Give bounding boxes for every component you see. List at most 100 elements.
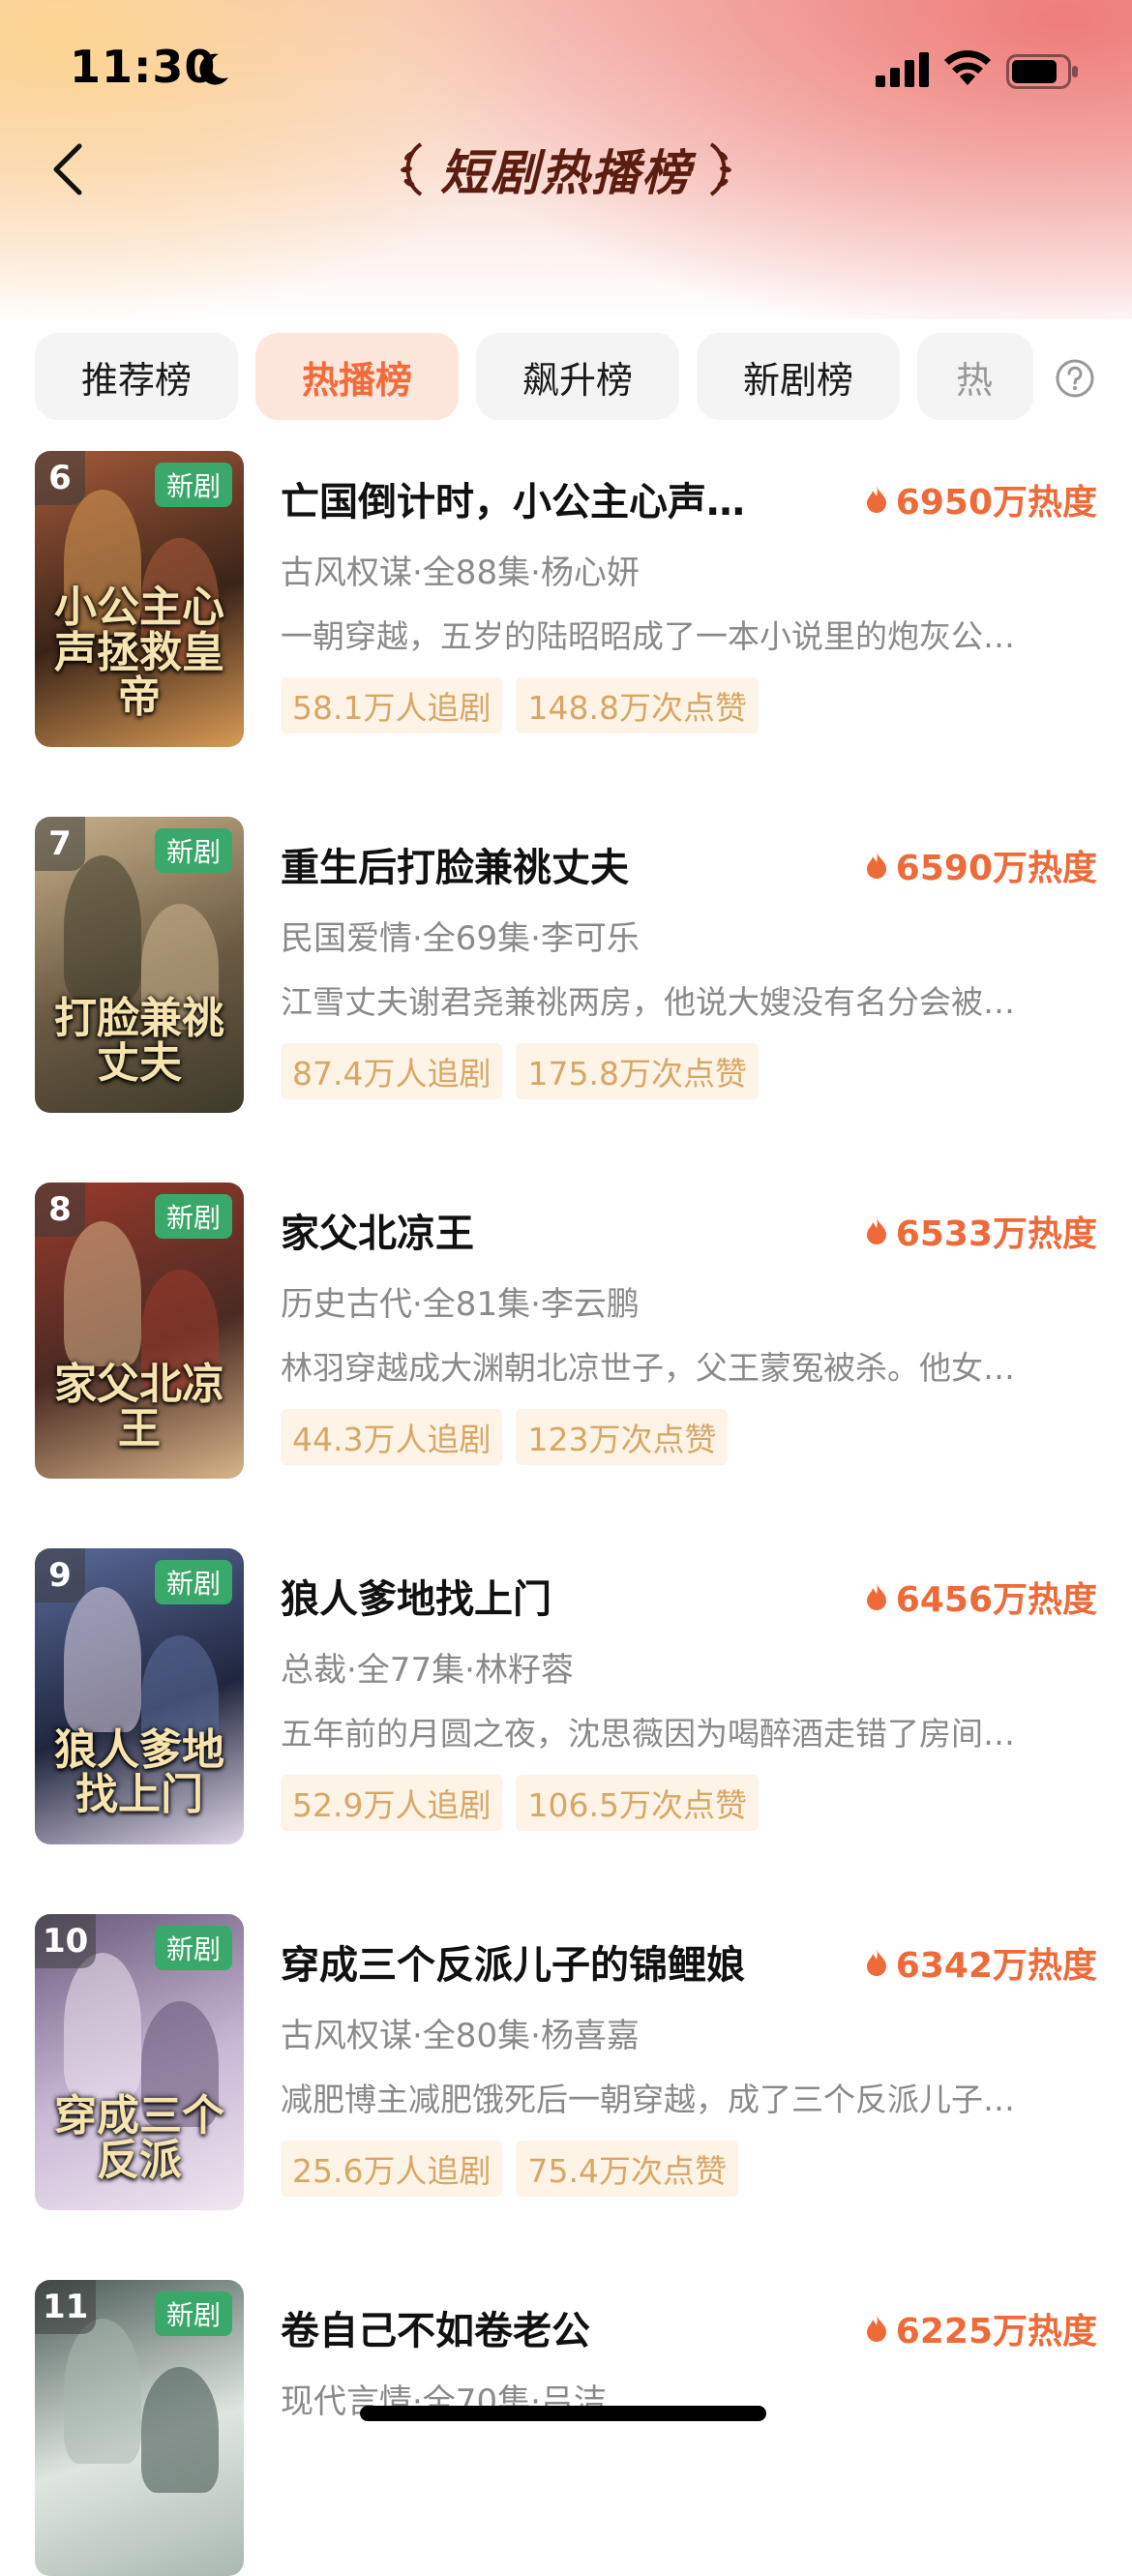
drama-poster[interactable]: 8 新剧 家父北凉王 xyxy=(35,1183,244,1479)
drama-stats: 52.9万人追剧 106.5万次点赞 xyxy=(281,1775,759,1831)
heat-indicator: 6456万热度 xyxy=(865,1572,1097,1622)
heat-indicator: 6225万热度 xyxy=(865,2303,1097,2353)
new-drama-tag: 新剧 xyxy=(154,1194,232,1239)
poster-title: 小公主心声拯救皇帝 xyxy=(54,583,224,722)
drama-meta: 民国爱情·全69集·李可乐 xyxy=(281,919,640,958)
poster-figure xyxy=(64,1587,141,1732)
page-title: 短剧热播榜 xyxy=(440,145,692,201)
tab-new-drama[interactable]: 新剧榜 xyxy=(697,333,900,420)
heat-value: 6456万热度 xyxy=(895,1580,1097,1620)
flame-icon xyxy=(866,2315,886,2342)
drama-description: 减肥博主减肥饿死后一朝穿越，成了三个反派儿子… xyxy=(281,2081,1015,2118)
flame-icon xyxy=(866,852,886,879)
heat-value: 6225万热度 xyxy=(895,2312,1097,2351)
poster-title: 穿成三个反派 xyxy=(54,2090,224,2185)
rank-badge: 6 xyxy=(35,451,85,505)
heat-indicator: 6950万热度 xyxy=(865,474,1097,524)
drama-poster[interactable]: 7 新剧 打脸兼祧丈夫 xyxy=(35,817,244,1113)
heat-indicator: 6533万热度 xyxy=(865,1206,1097,1256)
home-indicator xyxy=(360,2406,766,2421)
drama-meta: 总裁·全77集·林籽蓉 xyxy=(281,1651,574,1690)
rank-badge: 7 xyxy=(35,817,85,871)
rank-badge: 11 xyxy=(35,2280,97,2334)
tab-hot-play[interactable]: 热播榜 xyxy=(255,333,459,420)
drama-stats: 58.1万人追剧 148.8万次点赞 xyxy=(281,677,759,734)
drama-title[interactable]: 狼人爹地找上门 xyxy=(281,1568,803,1624)
moon-icon xyxy=(199,53,228,85)
likes-count: 123万次点赞 xyxy=(516,1409,729,1465)
drama-poster[interactable]: 6 新剧 小公主心声拯救皇帝 xyxy=(35,451,244,747)
drama-poster[interactable]: 11 新剧 xyxy=(35,2280,244,2576)
drama-list-item[interactable]: 10 新剧 穿成三个反派 穿成三个反派儿子的锦鲤娘 6342万热度 古风权谋·全… xyxy=(0,1914,1132,2210)
drama-meta: 历史古代·全81集·李云鹏 xyxy=(281,1285,640,1324)
drama-poster[interactable]: 10 新剧 穿成三个反派 xyxy=(35,1914,244,2210)
drama-title[interactable]: 重生后打脸兼祧丈夫 xyxy=(281,836,803,892)
new-drama-tag: 新剧 xyxy=(154,2291,232,2336)
heat-indicator: 6590万热度 xyxy=(865,840,1097,890)
battery-icon xyxy=(1006,54,1078,89)
drama-meta: 古风权谋·全88集·杨心妍 xyxy=(281,554,640,592)
drama-list-item[interactable]: 7 新剧 打脸兼祧丈夫 重生后打脸兼祧丈夫 6590万热度 民国爱情·全69集·… xyxy=(0,817,1132,1113)
cellular-signal-icon xyxy=(876,52,929,87)
followers-count: 44.3万人追剧 xyxy=(281,1409,503,1465)
drama-description: 江雪丈夫谢君尧兼祧两房，他说大嫂没有名分会被… xyxy=(281,983,1015,1021)
flame-icon xyxy=(866,1217,886,1244)
new-drama-tag: 新剧 xyxy=(154,1926,232,1970)
poster-figure xyxy=(64,855,141,1001)
drama-title[interactable]: 亡国倒计时，小公主心声… xyxy=(281,470,803,526)
drama-title[interactable]: 卷自己不如卷老公 xyxy=(281,2299,803,2355)
new-drama-tag: 新剧 xyxy=(154,463,232,507)
drama-list-item[interactable]: 8 新剧 家父北凉王 家父北凉王 6533万热度 历史古代·全81集·李云鹏 林… xyxy=(0,1183,1132,1479)
wifi-icon xyxy=(944,50,991,85)
drama-list-item[interactable]: 6 新剧 小公主心声拯救皇帝 亡国倒计时，小公主心声… 6950万热度 古风权谋… xyxy=(0,451,1132,747)
heat-indicator: 6342万热度 xyxy=(865,1937,1097,1988)
drama-stats: 25.6万人追剧 75.4万次点赞 xyxy=(281,2141,738,2197)
tab-hot-partial[interactable]: 热 xyxy=(917,333,1033,420)
drama-description: 林羽穿越成大渊朝北凉世子，父王蒙冤被杀。他女… xyxy=(281,1349,1015,1387)
drama-poster[interactable]: 9 新剧 狼人爹地找上门 xyxy=(35,1548,244,1844)
drama-description: 一朝穿越，五岁的陆昭昭成了一本小说里的炮灰公… xyxy=(281,617,1015,655)
ranking-tabs: 推荐榜 热播榜 飙升榜 新剧榜 热 xyxy=(35,333,1060,420)
poster-title: 家父北凉王 xyxy=(54,1359,224,1453)
heat-value: 6342万热度 xyxy=(895,1946,1097,1986)
poster-figure xyxy=(64,1953,141,2098)
likes-count: 106.5万次点赞 xyxy=(516,1775,759,1831)
poster-figure xyxy=(64,2319,141,2464)
followers-count: 58.1万人追剧 xyxy=(281,677,503,734)
drama-list-item[interactable]: 9 新剧 狼人爹地找上门 狼人爹地找上门 6456万热度 总裁·全77集·林籽蓉… xyxy=(0,1548,1132,1844)
help-icon[interactable] xyxy=(1055,358,1095,399)
heat-value: 6590万热度 xyxy=(895,849,1097,888)
drama-description: 五年前的月圆之夜，沈思薇因为喝醉酒走错了房间… xyxy=(281,1715,1015,1752)
rank-badge: 8 xyxy=(35,1183,85,1237)
flame-icon xyxy=(866,486,886,513)
likes-count: 175.8万次点赞 xyxy=(516,1043,759,1099)
likes-count: 75.4万次点赞 xyxy=(516,2141,738,2197)
laurel-left-icon xyxy=(401,142,423,196)
poster-figure xyxy=(64,1221,141,1366)
page-title-bar: 短剧热播榜 xyxy=(0,135,1132,203)
heat-value: 6950万热度 xyxy=(895,483,1097,523)
poster-figure xyxy=(141,2367,219,2493)
tab-rising[interactable]: 飙升榜 xyxy=(476,333,679,420)
drama-title[interactable]: 穿成三个反派儿子的锦鲤娘 xyxy=(281,1933,803,1990)
poster-title: 狼人爹地找上门 xyxy=(54,1724,224,1819)
followers-count: 25.6万人追剧 xyxy=(281,2141,503,2197)
new-drama-tag: 新剧 xyxy=(154,828,232,873)
likes-count: 148.8万次点赞 xyxy=(516,677,759,734)
drama-stats: 44.3万人追剧 123万次点赞 xyxy=(281,1409,729,1465)
flame-icon xyxy=(866,1583,886,1610)
flame-icon xyxy=(866,1949,886,1976)
drama-stats: 87.4万人追剧 175.8万次点赞 xyxy=(281,1043,759,1099)
drama-list-item[interactable]: 11 新剧 卷自己不如卷老公 6225万热度 现代言情·全70集·吕洁 xyxy=(0,2280,1132,2576)
new-drama-tag: 新剧 xyxy=(154,1560,232,1604)
followers-count: 87.4万人追剧 xyxy=(281,1043,503,1099)
status-bar: 11:30 xyxy=(0,0,1132,145)
rank-badge: 10 xyxy=(35,1914,97,1968)
tab-recommend[interactable]: 推荐榜 xyxy=(35,333,238,420)
drama-meta: 古风权谋·全80集·杨喜嘉 xyxy=(281,2017,640,2055)
heat-value: 6533万热度 xyxy=(895,1214,1097,1254)
drama-title[interactable]: 家父北凉王 xyxy=(281,1202,803,1258)
poster-title: 打脸兼祧丈夫 xyxy=(54,993,224,1088)
rank-badge: 9 xyxy=(35,1548,85,1603)
laurel-right-icon xyxy=(709,142,731,196)
